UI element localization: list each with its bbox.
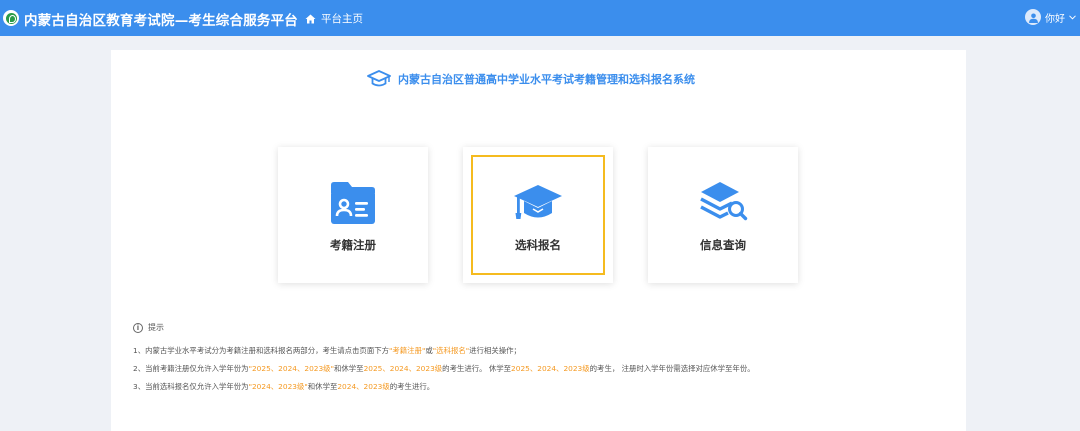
tip-text: 1、内蒙古学业水平考试分为考籍注册和选科报名两部分，考生请点击页面下方: [133, 346, 389, 355]
site-title: 内蒙古自治区教育考试院—考生综合服务平台: [24, 13, 298, 29]
graduation-cap-icon: [367, 70, 391, 87]
tip-highlight: 2024、2023级: [337, 382, 390, 391]
home-icon: [305, 14, 316, 23]
user-menu[interactable]: 你好: [1025, 9, 1076, 25]
home-link[interactable]: 平台主页: [305, 11, 363, 26]
main-panel: 内蒙古自治区普通高中学业水平考试考籍管理和选科报名系统 考籍注册 选科报名 信息…: [111, 50, 966, 431]
tip-text: 和休学至: [307, 382, 338, 391]
tip-text: 的考生进行。 休学至: [442, 364, 512, 373]
tip-highlight: 2025、2024、2023级: [363, 364, 443, 373]
tip-line-1: 1、内蒙古学业水平考试分为考籍注册和选科报名两部分，考生请点击页面下方"考籍注册…: [133, 345, 521, 356]
tip-text: 或: [425, 346, 433, 355]
tip-highlight: "选科报名": [432, 346, 470, 355]
tip-text: 的考生， 注册时入学年份需选择对应休学至年份。: [589, 364, 755, 373]
tip-text: 和休学至: [333, 364, 364, 373]
card-label: 信息查询: [700, 238, 746, 252]
tip-text: 3、当前选科报名仅允许入学年份为: [133, 382, 249, 391]
system-title: 内蒙古自治区普通高中学业水平考试考籍管理和选科报名系统: [367, 70, 695, 88]
tips-heading-text: 提示: [148, 323, 164, 332]
chevron-down-icon: [1069, 14, 1076, 20]
card-label: 选科报名: [515, 238, 561, 252]
system-title-text: 内蒙古自治区普通高中学业水平考试考籍管理和选科报名系统: [398, 73, 695, 86]
tip-text: 2、当前考籍注册仅允许入学年份为: [133, 364, 249, 373]
card-subject-enrollment[interactable]: 选科报名: [463, 147, 613, 283]
id-folder-icon: [331, 182, 375, 224]
avatar-icon: [1025, 9, 1041, 25]
tip-text: 进行相关操作；: [469, 346, 521, 355]
tips-section: i 提示 1、内蒙古学业水平考试分为考籍注册和选科报名两部分，考生请点击页面下方…: [133, 322, 953, 391]
tip-highlight: "2024、2023级": [248, 382, 308, 391]
top-bar: 内蒙古自治区教育考试院—考生综合服务平台 平台主页 你好: [0, 0, 1080, 36]
site-logo: [3, 10, 19, 26]
layers-search-icon: [700, 182, 748, 221]
home-link-label: 平台主页: [321, 13, 363, 25]
graduation-cap-icon: [514, 185, 562, 219]
tip-highlight: "考籍注册": [389, 346, 426, 355]
tip-text: 的考生进行。: [389, 382, 435, 391]
card-info-query[interactable]: 信息查询: [648, 147, 798, 283]
card-exam-registration[interactable]: 考籍注册: [278, 147, 428, 283]
tip-line-3: 3、当前选科报名仅允许入学年份为"2024、2023级"和休学至2024、202…: [133, 381, 434, 392]
info-icon: i: [133, 322, 143, 333]
tip-line-2: 2、当前考籍注册仅允许入学年份为"2025、2024、2023级"和休学至202…: [133, 363, 755, 374]
tip-highlight: 2025、2024、2023级: [511, 364, 590, 373]
card-label: 考籍注册: [330, 238, 376, 252]
tips-heading: i 提示: [133, 322, 953, 333]
tip-highlight: "2025、2024、2023级": [248, 364, 334, 373]
user-greeting: 你好: [1045, 13, 1065, 25]
